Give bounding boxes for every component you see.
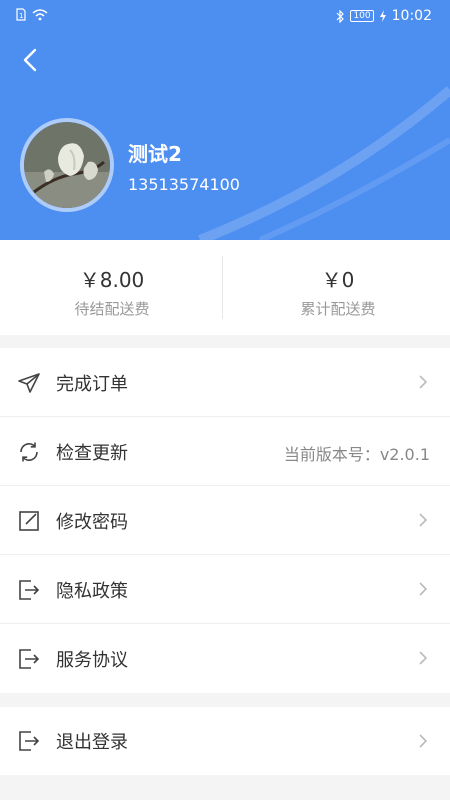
- logout-button[interactable]: 退出登录: [0, 707, 450, 775]
- battery-icon: 100: [350, 10, 374, 22]
- fee-stats: ￥8.00 待结配送费 ￥0 累计配送费: [0, 240, 450, 335]
- status-time: 10:02: [391, 8, 432, 24]
- back-button[interactable]: [14, 44, 46, 76]
- version-text: 当前版本号：v2.0.1: [283, 445, 430, 464]
- menu-item-privacy-policy[interactable]: 隐私政策: [0, 555, 450, 624]
- chevron-right-icon: [419, 375, 428, 389]
- settings-menu: 完成订单 检查更新 当前版本号：v2.0.1 修改密码 隐私政策 服务协议: [0, 348, 450, 693]
- total-fee-stat: ￥0 累计配送费: [226, 240, 450, 335]
- sim-icon: 1: [16, 8, 26, 21]
- profile-phone: 13513574100: [128, 175, 240, 194]
- menu-item-label: 检查更新: [56, 443, 128, 464]
- wifi-icon: [32, 8, 48, 20]
- bluetooth-icon: [337, 9, 345, 23]
- profile-name: 测试2: [128, 142, 182, 166]
- paper-plane-icon: [18, 373, 40, 393]
- exit-box-icon: [19, 731, 40, 751]
- chevron-right-icon: [419, 513, 428, 527]
- menu-item-label: 修改密码: [56, 512, 128, 533]
- menu-item-label: 服务协议: [56, 650, 128, 671]
- logout-label: 退出登录: [56, 732, 128, 753]
- menu-item-label: 完成订单: [56, 374, 128, 395]
- chevron-left-icon: [23, 48, 37, 72]
- charging-icon: [379, 10, 386, 22]
- pending-fee-label: 待结配送费: [74, 300, 150, 318]
- stat-divider: [222, 256, 223, 319]
- menu-item-change-password[interactable]: 修改密码: [0, 486, 450, 555]
- menu-item-service-agreement[interactable]: 服务协议: [0, 624, 450, 693]
- status-bar: 1 100 10:02: [0, 0, 450, 34]
- avatar-image: [24, 122, 110, 208]
- avatar[interactable]: [20, 118, 114, 212]
- exit-box-icon: [19, 580, 40, 600]
- menu-item-check-update[interactable]: 检查更新 当前版本号：v2.0.1: [0, 417, 450, 486]
- chevron-right-icon: [419, 651, 428, 665]
- svg-text:1: 1: [19, 12, 23, 20]
- chevron-right-icon: [419, 734, 428, 748]
- edit-icon: [19, 511, 39, 531]
- exit-box-icon: [19, 649, 40, 669]
- chevron-right-icon: [419, 582, 428, 596]
- total-fee-value: ￥0: [321, 268, 355, 292]
- refresh-icon: [20, 442, 38, 462]
- menu-item-label: 隐私政策: [56, 581, 128, 602]
- total-fee-label: 累计配送费: [300, 300, 376, 318]
- pending-fee-value: ￥8.00: [79, 268, 145, 292]
- pending-fee-stat: ￥8.00 待结配送费: [0, 240, 224, 335]
- profile-header: 1 100 10:02 测试2 13513574100: [0, 0, 450, 240]
- menu-item-completed-orders[interactable]: 完成订单: [0, 348, 450, 417]
